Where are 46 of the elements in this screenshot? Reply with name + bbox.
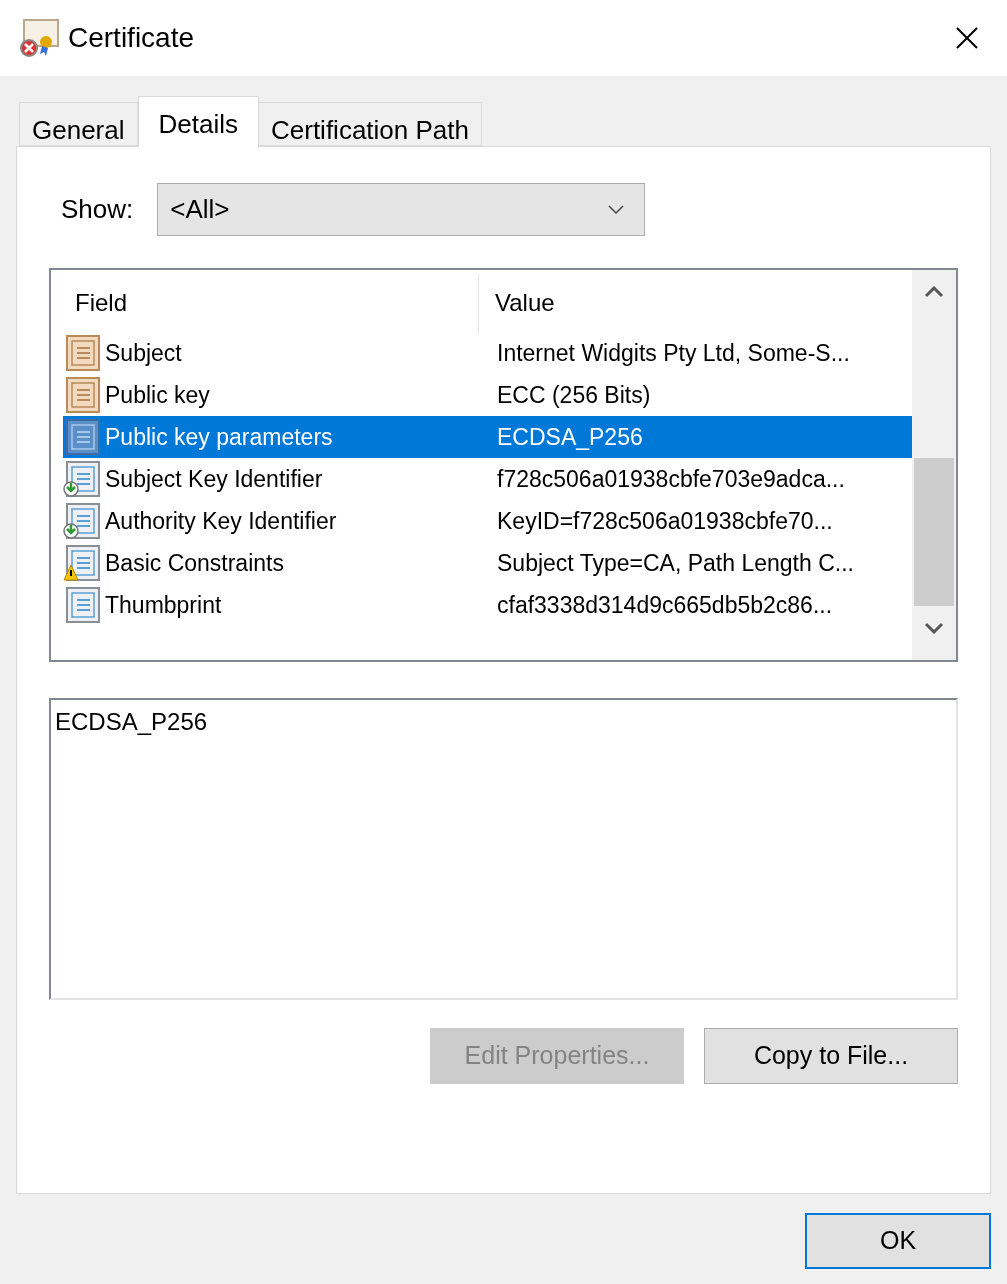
field-name: Authority Key Identifier <box>104 506 338 536</box>
scroll-up-icon[interactable] <box>925 286 943 298</box>
field-value: ECDSA_P256 <box>496 422 643 452</box>
field-name: Thumbprint <box>104 590 223 620</box>
field-icon <box>63 335 101 371</box>
show-label: Show: <box>61 193 134 226</box>
extension-icon <box>63 503 101 539</box>
scrollbar[interactable] <box>912 270 956 660</box>
field-value: cfaf3338d314d9c665db5b2c86... <box>496 590 833 620</box>
field-value: f728c506a01938cbfe703e9adca... <box>496 464 845 494</box>
table-row[interactable]: Public key ECC (256 Bits) <box>63 374 912 416</box>
column-header[interactable]: Field <box>63 274 479 332</box>
tab[interactable]: General <box>19 102 138 146</box>
table-row[interactable]: Subject Internet Widgits Pty Ltd, Some-S... <box>63 332 912 374</box>
certificate-icon <box>20 18 60 58</box>
close-icon[interactable] <box>955 26 979 50</box>
warning-icon <box>63 545 101 581</box>
scroll-thumb[interactable] <box>914 458 954 606</box>
field-name: Subject <box>104 338 183 368</box>
tab[interactable]: Certification Path <box>258 102 482 146</box>
copy-to-file-button[interactable]: Copy to File... <box>704 1028 958 1084</box>
field-icon <box>63 377 101 413</box>
window-title: Certificate <box>68 21 195 55</box>
show-dropdown[interactable]: <All> <box>157 183 646 236</box>
table-row[interactable]: Subject Key Identifier f728c506a01938cbfe703e9adca... <box>63 458 912 500</box>
table-row[interactable]: Public key parameters ECDSA_P256 <box>63 416 912 458</box>
table-row[interactable]: Thumbprint cfaf3338d314d9c665db5b2c86... <box>63 584 912 626</box>
field-name: Public key parameters <box>104 422 334 452</box>
field-name: Subject Key Identifier <box>104 464 324 494</box>
field-name: Basic Constraints <box>104 548 285 578</box>
table-row[interactable]: Basic Constraints Subject Type=CA, Path Length C... <box>63 542 912 584</box>
field-name: Public key <box>104 380 211 410</box>
scroll-down-icon[interactable] <box>925 622 943 634</box>
field-value: Subject Type=CA, Path Length C... <box>496 548 854 578</box>
detail-text-box[interactable]: ECDSA_P256 <box>49 698 958 1000</box>
tab[interactable]: Details <box>137 96 259 148</box>
field-value: KeyID=f728c506a01938cbfe70... <box>496 506 833 536</box>
property-icon <box>63 587 101 623</box>
field-value: Internet Widgits Pty Ltd, Some-S... <box>496 338 850 368</box>
field-icon <box>63 419 101 455</box>
field-value: ECC (256 Bits) <box>496 380 651 410</box>
ok-button[interactable]: OK <box>805 1213 991 1269</box>
table-row[interactable]: Authority Key Identifier KeyID=f728c506a01938cbfe70... <box>63 500 912 542</box>
column-header[interactable]: Value <box>479 274 912 332</box>
extension-icon <box>63 461 101 497</box>
chevron-down-icon <box>608 204 625 215</box>
